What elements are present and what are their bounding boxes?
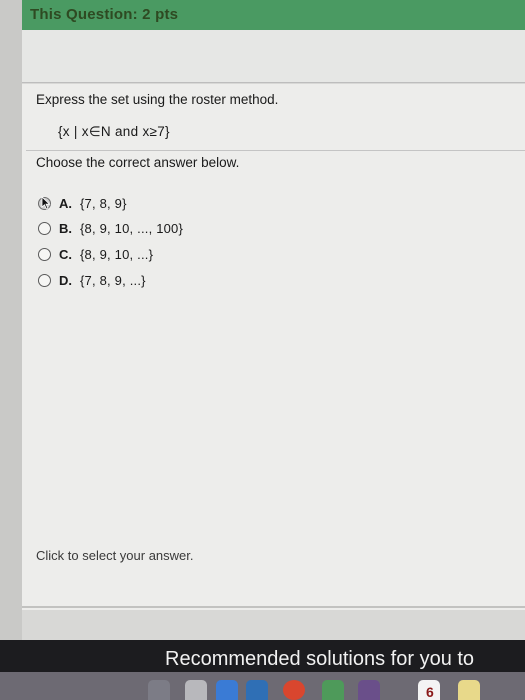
radio-button-selected[interactable] [38, 195, 51, 210]
safari-icon[interactable] [216, 680, 238, 700]
radio-button[interactable] [38, 221, 51, 235]
select-answer-hint: Click to select your answer. [36, 548, 194, 563]
header-band [22, 30, 525, 83]
set-builder-expression: {x | x∈N and x≥7} [58, 124, 170, 139]
chrome-icon[interactable] [283, 680, 305, 700]
choose-answer-label: Choose the correct answer below. [36, 155, 240, 170]
radio-button[interactable] [38, 247, 51, 261]
cursor-icon [41, 195, 51, 210]
option-b[interactable]: B. {8, 9, 10, ..., 100} [38, 218, 183, 238]
recommended-solutions-text[interactable]: Recommended solutions for you to [165, 648, 474, 671]
option-value: {7, 8, 9, ...} [80, 272, 146, 288]
option-value: {8, 9, 10, ..., 100} [80, 220, 184, 236]
option-letter: C. [59, 246, 72, 262]
radio-button[interactable] [38, 273, 51, 287]
maps-icon[interactable] [322, 680, 344, 700]
rocket-icon[interactable] [185, 680, 207, 700]
option-value: {8, 9, 10, ...} [80, 246, 154, 262]
question-points-title: This Question: 2 pts [30, 6, 179, 23]
music-icon[interactable] [358, 680, 380, 700]
option-value: {7, 8, 9} [80, 195, 127, 211]
divider [26, 150, 525, 151]
window-left-edge [0, 0, 22, 640]
option-letter: A. [59, 195, 72, 211]
option-letter: D. [59, 272, 72, 288]
launchpad-icon[interactable] [148, 680, 170, 700]
option-a[interactable]: A. {7, 8, 9} [38, 193, 127, 213]
option-c[interactable]: C. {8, 9, 10, ...} [38, 244, 153, 264]
browser-icon[interactable] [246, 680, 268, 700]
option-d[interactable]: D. {7, 8, 9, ...} [38, 270, 146, 290]
calendar-day-number: 6 [426, 684, 434, 700]
question-prompt: Express the set using the roster method. [36, 92, 279, 107]
notes-icon[interactable] [458, 680, 480, 700]
option-letter: B. [59, 220, 72, 236]
question-header-bar: This Question: 2 pts [22, 0, 525, 30]
panel-bottom-divider [22, 606, 525, 608]
